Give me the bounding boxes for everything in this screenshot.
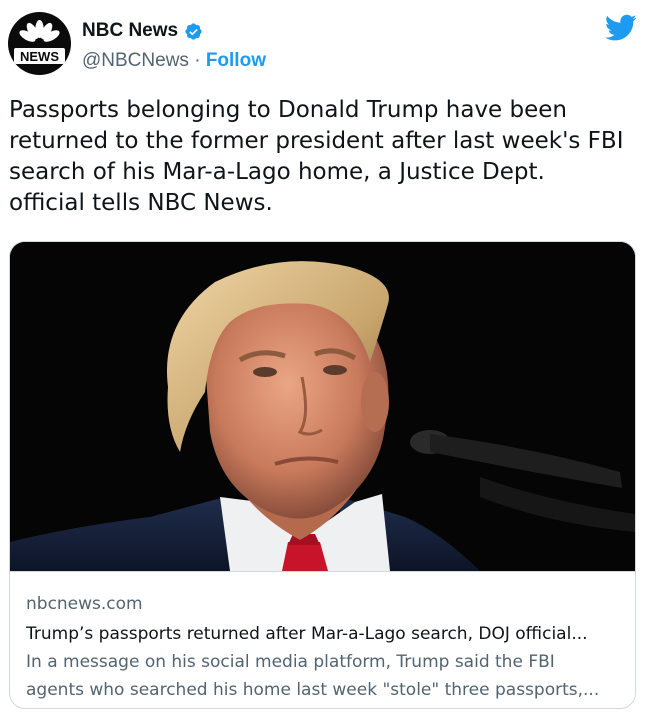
twitter-bird-icon[interactable] — [605, 14, 637, 42]
card-image[interactable] — [10, 242, 635, 571]
nbc-peacock-icon: NEWS — [14, 20, 65, 64]
avatar-text: NEWS — [20, 49, 59, 64]
author-name-row: NBC News — [82, 20, 203, 42]
avatar[interactable]: NEWS — [8, 12, 71, 75]
card-title[interactable]: Trump’s passports returned after Mar-a-L… — [26, 620, 619, 648]
follow-button[interactable]: Follow — [206, 50, 266, 71]
card-domain: nbcnews.com — [26, 594, 143, 614]
tweet-header: NEWS NBC News @NBCNews · Follow — [8, 10, 641, 82]
author-handle-row: @NBCNews · Follow — [82, 50, 266, 72]
handle-separator: · — [188, 50, 206, 71]
card-description: In a message on his social media platfor… — [26, 652, 600, 700]
author-handle[interactable]: @NBCNews — [82, 50, 189, 71]
link-card[interactable]: nbcnews.com Trump’s passports returned a… — [9, 241, 636, 709]
card-body[interactable]: nbcnews.com Trump’s passports returned a… — [10, 571, 635, 708]
verified-badge-icon — [185, 22, 202, 40]
author-name[interactable]: NBC News — [82, 20, 178, 42]
tweet-text: Passports belonging to Donald Trump have… — [9, 97, 624, 216]
trump-portrait-image — [10, 242, 635, 571]
